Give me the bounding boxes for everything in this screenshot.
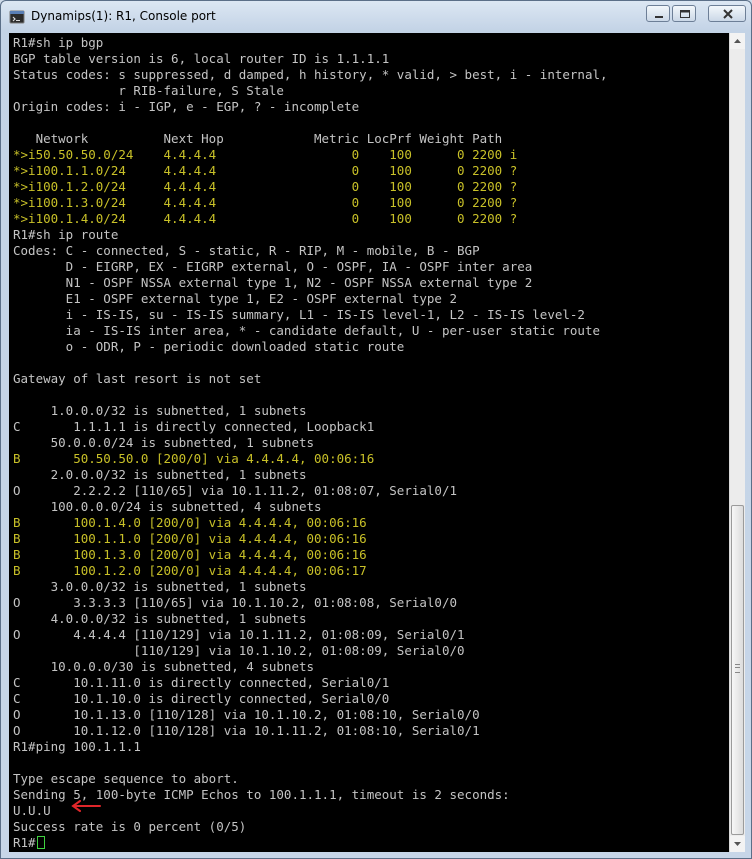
console-line: B 50.50.50.0 [200/0] via 4.4.4.4, 00:06:… [13,451,375,466]
console-line: r RIB-failure, S Stale [13,83,284,98]
console-line: *>i100.1.1.0/24 4.4.4.4 0 100 0 2200 ? [13,163,518,178]
console-line: B 100.1.2.0 [200/0] via 4.4.4.4, 00:06:1… [13,563,367,578]
console-line: 3.0.0.0/32 is subnetted, 1 subnets [13,579,307,594]
console-line: B 100.1.3.0 [200/0] via 4.4.4.4, 00:06:1… [13,547,367,562]
console-line: *>i50.50.50.0/24 4.4.4.4 0 100 0 2200 i [13,147,518,162]
scroll-down-arrow-icon [734,842,741,846]
console-line: O 10.1.12.0 [110/128] via 10.1.11.2, 01:… [13,723,480,738]
console-line: N1 - OSPF NSSA external type 1, N2 - OSP… [13,275,533,290]
console-line: R1#ping 100.1.1.1 [13,739,141,754]
red-arrow-icon [71,800,101,812]
close-button[interactable] [708,5,746,22]
console-line: ia - IS-IS inter area, * - candidate def… [13,323,600,338]
console-line: 4.0.0.0/32 is subnetted, 1 subnets [13,611,307,626]
title-bar[interactable]: Dynamips(1): R1, Console port [1,1,751,33]
console-line: O 2.2.2.2 [110/65] via 10.1.11.2, 01:08:… [13,483,458,498]
maximize-icon [680,10,690,18]
minimize-icon [655,16,663,18]
minimize-button[interactable] [646,5,670,22]
vertical-scrollbar[interactable] [729,33,745,852]
console-line: E1 - OSPF external type 1, E2 - OSPF ext… [13,291,458,306]
console-line: Status codes: s suppressed, d damped, h … [13,67,608,82]
console-line: R1#sh ip route [13,227,119,242]
console-line: R1# [13,835,45,851]
console-line: Origin codes: i - IGP, e - EGP, ? - inco… [13,99,360,114]
console-line: [110/129] via 10.1.10.2, 01:08:09, Seria… [13,643,465,658]
scrollbar-thumb[interactable] [731,505,744,835]
console-line: C 1.1.1.1 is directly connected, Loopbac… [13,419,375,434]
console-line: BGP table version is 6, local router ID … [13,51,390,66]
console-line: Gateway of last resort is not set [13,371,262,386]
scroll-up-button[interactable] [730,33,745,49]
console-line: Codes: C - connected, S - static, R - RI… [13,243,480,258]
console-line: Network Next Hop Metric LocPrf Weight Pa… [13,131,503,146]
console-line: 2.0.0.0/32 is subnetted, 1 subnets [13,467,307,482]
console-line: C 10.1.11.0 is directly connected, Seria… [13,675,390,690]
console-line: *>i100.1.4.0/24 4.4.4.4 0 100 0 2200 ? [13,211,518,226]
window-title: Dynamips(1): R1, Console port [31,9,216,23]
console-line: B 100.1.1.0 [200/0] via 4.4.4.4, 00:06:1… [13,531,367,546]
console-line: 1.0.0.0/32 is subnetted, 1 subnets [13,403,307,418]
console-line: 100.0.0.0/24 is subnetted, 4 subnets [13,499,322,514]
console-output[interactable]: R1#sh ip bgp BGP table version is 6, loca… [9,33,729,852]
scroll-up-arrow-icon [734,39,741,43]
console-line: U.U.U [13,803,51,818]
console-window: Dynamips(1): R1, Console port R1#sh ip b… [0,0,752,859]
scrollbar-grip-icon [735,664,740,673]
scroll-down-button[interactable] [730,836,745,852]
console-line: *>i100.1.3.0/24 4.4.4.4 0 100 0 2200 ? [13,195,518,210]
close-icon [723,9,733,19]
console-line: D - EIGRP, EX - EIGRP external, O - OSPF… [13,259,533,274]
console-line: i - IS-IS, su - IS-IS summary, L1 - IS-I… [13,307,585,322]
console-line: R1#sh ip bgp [13,35,104,50]
console-cursor [36,836,45,849]
console-line: O 4.4.4.4 [110/129] via 10.1.11.2, 01:08… [13,627,465,642]
console-line: o - ODR, P - periodic downloaded static … [13,339,405,354]
console-line: O 3.3.3.3 [110/65] via 10.1.10.2, 01:08:… [13,595,458,610]
console-line: O 10.1.13.0 [110/128] via 10.1.10.2, 01:… [13,707,480,722]
console-line: 50.0.0.0/24 is subnetted, 1 subnets [13,435,315,450]
terminal-app-icon [9,9,25,25]
console-line: C 10.1.10.0 is directly connected, Seria… [13,691,390,706]
console-line: Type escape sequence to abort. [13,771,239,786]
console-line: *>i100.1.2.0/24 4.4.4.4 0 100 0 2200 ? [13,179,518,194]
console-line: Success rate is 0 percent (0/5) [13,819,247,834]
maximize-button[interactable] [672,5,696,22]
console-line: 10.0.0.0/30 is subnetted, 4 subnets [13,659,315,674]
console-line: B 100.1.4.0 [200/0] via 4.4.4.4, 00:06:1… [13,515,367,530]
